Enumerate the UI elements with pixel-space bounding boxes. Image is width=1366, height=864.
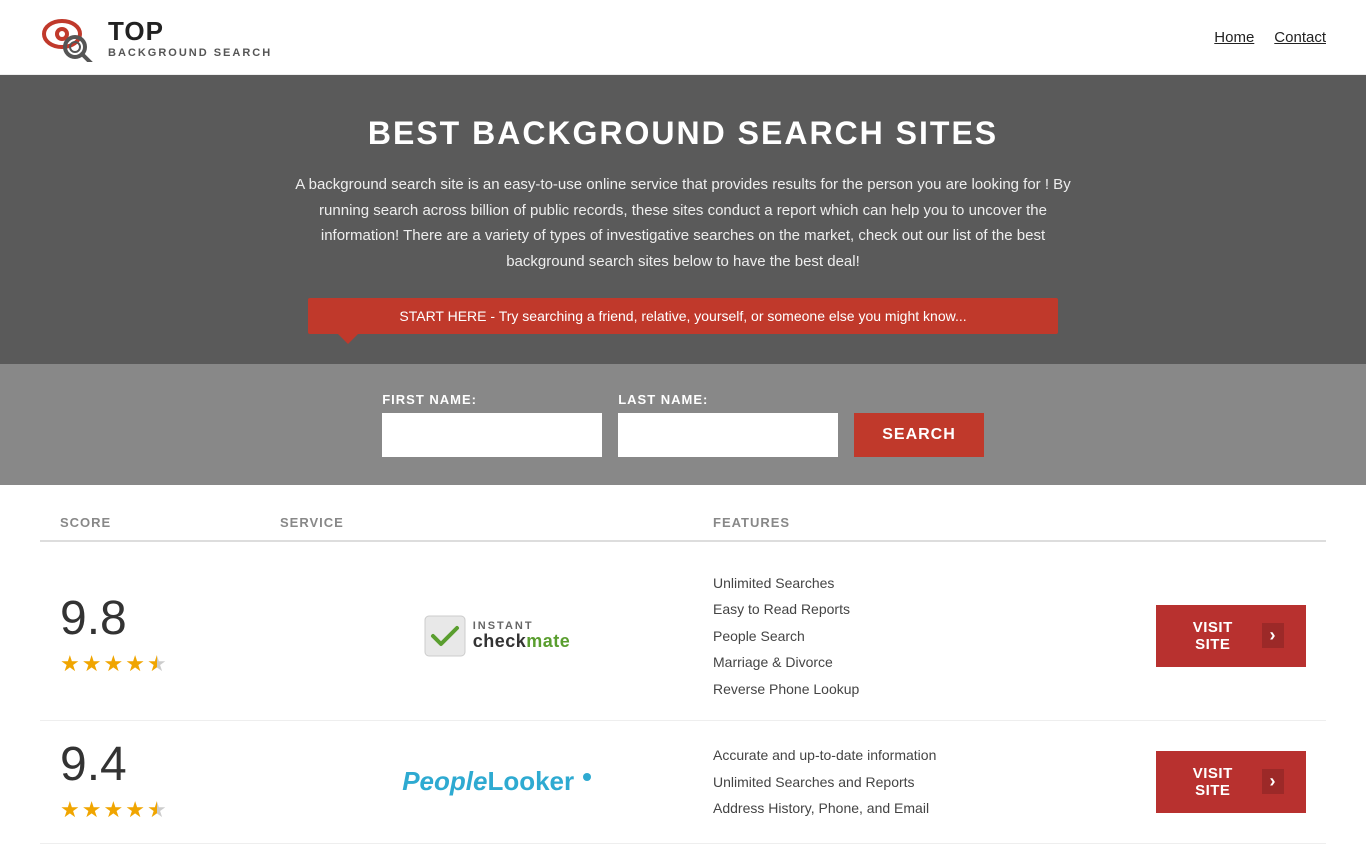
star-4: ★ — [125, 651, 145, 677]
star-4: ★ — [125, 797, 145, 823]
last-name-group: LAST NAME: — [618, 392, 838, 457]
star-1: ★ — [60, 651, 80, 677]
service-column: PeopleLooker — [280, 766, 713, 797]
hero-title: BEST BACKGROUND SEARCH SITES — [20, 115, 1346, 152]
instantcheckmate-logo: INSTANT checkmate — [423, 614, 571, 658]
first-name-group: FIRST NAME: — [382, 392, 602, 457]
visit-site-button[interactable]: VISIT SITE › — [1156, 605, 1306, 667]
score-value: 9.4 — [60, 741, 127, 789]
site-header: TOP BACKGROUND SEARCH Home Contact — [0, 0, 1366, 75]
visit-site-button[interactable]: VISIT SITE › — [1156, 751, 1306, 813]
star-3: ★ — [103, 797, 123, 823]
star-rating: ★ ★ ★ ★ ★ — [60, 797, 167, 823]
logo-area: TOP BACKGROUND SEARCH — [40, 12, 272, 62]
features-column: Unlimited Searches Easy to Read Reports … — [713, 572, 1146, 700]
results-section: SCORE SERVICE FEATURES 9.8 ★ ★ ★ ★ ★ — [0, 485, 1366, 864]
header-score: SCORE — [60, 515, 280, 530]
header-action — [1146, 515, 1306, 530]
first-name-input[interactable] — [382, 413, 602, 457]
search-banner: START HERE - Try searching a friend, rel… — [308, 298, 1058, 334]
star-5-half: ★ — [147, 797, 167, 823]
logo-icon — [40, 12, 100, 62]
search-banner-text: START HERE - Try searching a friend, rel… — [399, 308, 966, 324]
visit-site-label: VISIT SITE — [1178, 765, 1248, 799]
last-name-label: LAST NAME: — [618, 392, 838, 407]
visit-arrow-icon: › — [1262, 623, 1285, 648]
visit-arrow-icon: › — [1262, 769, 1285, 794]
checkmate-name-text: checkmate — [473, 632, 571, 652]
logo-sub-text: BACKGROUND SEARCH — [108, 47, 272, 59]
star-5-half: ★ — [147, 651, 167, 677]
header-service: SERVICE — [280, 515, 713, 530]
feature-item: Address History, Phone, and Email — [713, 797, 1146, 819]
nav-home[interactable]: Home — [1214, 29, 1254, 46]
feature-item: People Search — [713, 625, 1146, 647]
table-row: 9.8 ★ ★ ★ ★ ★ INSTANT checkmate — [40, 552, 1326, 721]
people-looker-dot — [583, 773, 591, 781]
feature-item: Unlimited Searches and Reports — [713, 771, 1146, 793]
checkmate-text-logo: INSTANT checkmate — [473, 620, 571, 652]
feature-item: Unlimited Searches — [713, 572, 1146, 594]
main-nav: Home Contact — [1214, 29, 1326, 46]
feature-item: Easy to Read Reports — [713, 598, 1146, 620]
nav-contact[interactable]: Contact — [1274, 29, 1326, 46]
score-column: 9.8 ★ ★ ★ ★ ★ — [60, 595, 280, 677]
feature-item: Marriage & Divorce — [713, 651, 1146, 673]
first-name-label: FIRST NAME: — [382, 392, 602, 407]
feature-item: Accurate and up-to-date information — [713, 744, 1146, 766]
star-rating: ★ ★ ★ ★ ★ — [60, 651, 167, 677]
checkmate-icon — [423, 614, 467, 658]
search-form-area: FIRST NAME: LAST NAME: SEARCH — [0, 364, 1366, 485]
hero-section: BEST BACKGROUND SEARCH SITES A backgroun… — [0, 75, 1366, 364]
hero-description: A background search site is an easy-to-u… — [293, 172, 1073, 274]
logo-top-text: TOP — [108, 16, 272, 47]
peoplelooker-logo: PeopleLooker — [402, 766, 591, 797]
header-features: FEATURES — [713, 515, 1146, 530]
search-form: FIRST NAME: LAST NAME: SEARCH — [233, 392, 1133, 457]
checkmate-green-text: mate — [526, 631, 570, 651]
feature-item: Reverse Phone Lookup — [713, 678, 1146, 700]
last-name-input[interactable] — [618, 413, 838, 457]
visit-column: VISIT SITE › — [1146, 751, 1306, 813]
star-1: ★ — [60, 797, 80, 823]
visit-site-label: VISIT SITE — [1178, 619, 1248, 653]
search-button[interactable]: SEARCH — [854, 413, 984, 457]
people-text: People — [402, 766, 487, 796]
results-header: SCORE SERVICE FEATURES — [40, 505, 1326, 542]
looker-text: Looker — [487, 766, 574, 796]
service-column: INSTANT checkmate — [280, 614, 713, 658]
score-column: 9.4 ★ ★ ★ ★ ★ — [60, 741, 280, 823]
star-2: ★ — [82, 797, 102, 823]
logo-text: TOP BACKGROUND SEARCH — [108, 16, 272, 59]
star-3: ★ — [103, 651, 123, 677]
table-row: 9.4 ★ ★ ★ ★ ★ PeopleLooker Accurate and … — [40, 721, 1326, 844]
star-2: ★ — [82, 651, 102, 677]
score-value: 9.8 — [60, 595, 127, 643]
visit-column: VISIT SITE › — [1146, 605, 1306, 667]
features-column: Accurate and up-to-date information Unli… — [713, 744, 1146, 819]
